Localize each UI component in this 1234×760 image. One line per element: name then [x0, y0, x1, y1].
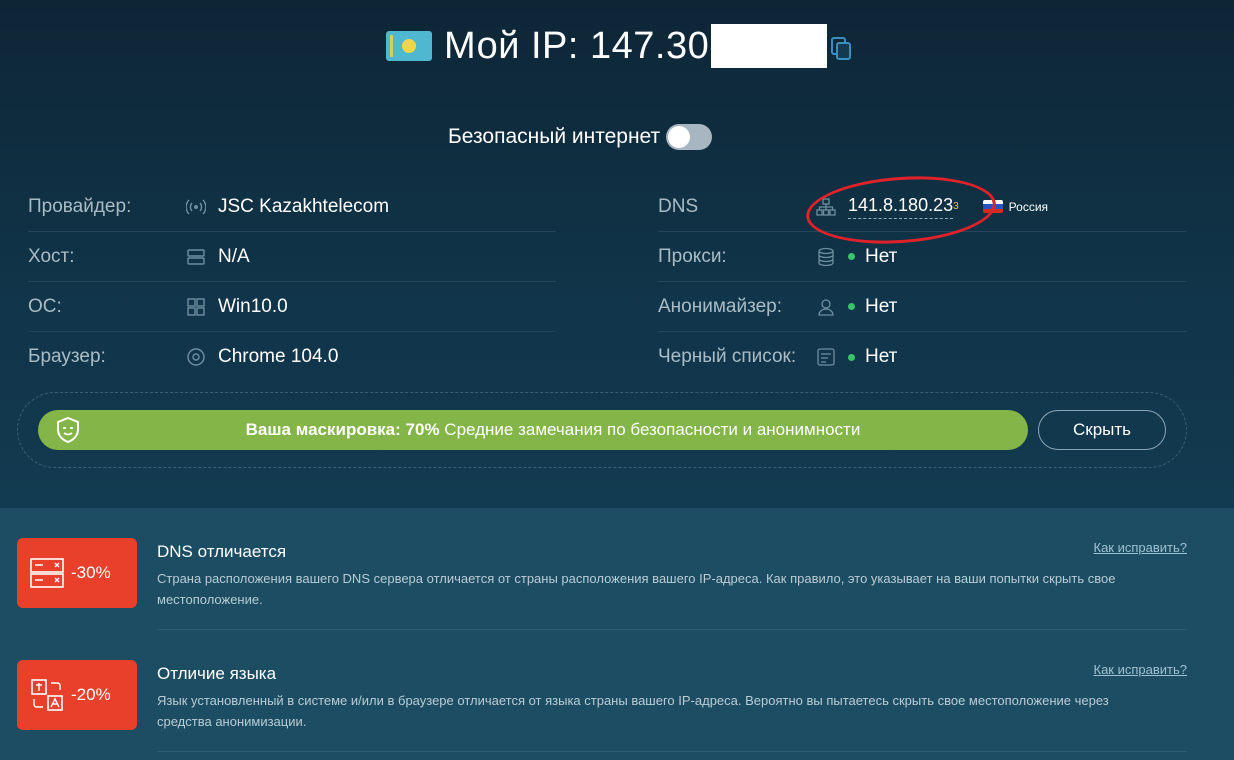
server-warning-icon — [30, 558, 64, 588]
masking-prefix: Ваша маскировка: — [245, 420, 401, 439]
hide-button[interactable]: Скрыть — [1038, 410, 1166, 450]
signal-icon — [186, 199, 206, 214]
info-row-host: Хост: N/A — [28, 232, 556, 282]
chrome-icon — [187, 348, 205, 366]
blacklist-label: Черный список: — [658, 346, 797, 367]
masking-text: Ваша маскировка: 70% Средние замечания п… — [38, 420, 1028, 440]
blacklist-status-dot — [848, 353, 855, 361]
masking-percent: 70% — [405, 420, 440, 439]
mask-shield-icon — [57, 416, 79, 444]
user-icon — [818, 298, 834, 316]
issue-badge: -30% — [17, 538, 137, 608]
server-icon — [187, 248, 205, 265]
issue-title: Отличие языка — [157, 664, 277, 683]
ip-redaction — [711, 24, 828, 68]
anonymizer-status-dot — [848, 303, 855, 310]
ip-header: Мой IP: 147.30 — [386, 22, 853, 70]
list-icon — [817, 348, 835, 366]
issue-penalty: -20% — [71, 685, 111, 704]
how-to-fix-link[interactable]: Как исправить? — [1094, 540, 1188, 555]
issue-divider — [157, 629, 1187, 630]
info-row-browser: Браузер: Chrome 104.0 — [28, 332, 556, 382]
issue-description: Страна расположения вашего DNS сервера о… — [157, 571, 1116, 607]
masking-bar: Ваша маскировка: 70% Средние замечания п… — [38, 410, 1028, 450]
info-row-anonymizer: Анонимайзер: Нет — [658, 282, 1186, 332]
kazakhstan-flag-icon — [386, 31, 432, 61]
issue-description: Язык установленный в системе и/или в бра… — [157, 693, 1109, 729]
os-value: Win10.0 — [218, 295, 288, 317]
safe-internet-label: Безопасный интернет — [448, 125, 661, 148]
issue-badge: -20% — [17, 660, 137, 730]
host-label: Хост: — [28, 245, 75, 267]
issue-divider — [157, 751, 1187, 752]
dns-country: Россия — [1008, 199, 1049, 214]
masking-summary: Средние замечания по безопасности и анон… — [444, 420, 861, 439]
provider-value: JSC Kazakhtelecom — [218, 195, 390, 217]
issue-penalty: -30% — [71, 563, 111, 582]
safe-internet-toggle[interactable] — [666, 124, 713, 150]
proxy-status-dot — [848, 253, 855, 260]
language-swap-icon — [31, 679, 63, 711]
issue-title: DNS отличается — [157, 542, 287, 561]
browser-value: Chrome 104.0 — [218, 346, 339, 367]
anonymizer-label: Анонимайзер: — [658, 295, 782, 317]
info-row-os: ОС: Win10.0 — [28, 282, 556, 332]
how-to-fix-link[interactable]: Как исправить? — [1094, 662, 1188, 677]
proxy-label: Прокси: — [658, 245, 727, 267]
proxy-value: Нет — [865, 245, 898, 267]
browser-label: Браузер: — [28, 346, 106, 367]
safe-internet-row: Безопасный интернет — [448, 124, 713, 150]
ip-title: Мой IP: 147.30 — [444, 24, 710, 67]
copy-icon[interactable] — [831, 37, 853, 61]
issue-dns: -30% DNS отличается Страна расположения … — [17, 538, 1187, 628]
database-icon — [818, 247, 834, 266]
host-value: N/A — [218, 245, 250, 267]
windows-icon — [187, 297, 205, 316]
anonymizer-value: Нет — [865, 295, 898, 317]
provider-label: Провайдер: — [28, 195, 132, 217]
info-row-blacklist: Черный список: Нет — [658, 332, 1186, 382]
dns-label: DNS — [658, 195, 699, 217]
blacklist-value: Нет — [865, 346, 898, 367]
issue-language: -20% Отличие языка Язык установленный в … — [17, 660, 1187, 750]
info-row-provider: Провайдер: JSC Kazakhtelecom — [28, 182, 556, 232]
os-label: ОС: — [28, 295, 62, 317]
